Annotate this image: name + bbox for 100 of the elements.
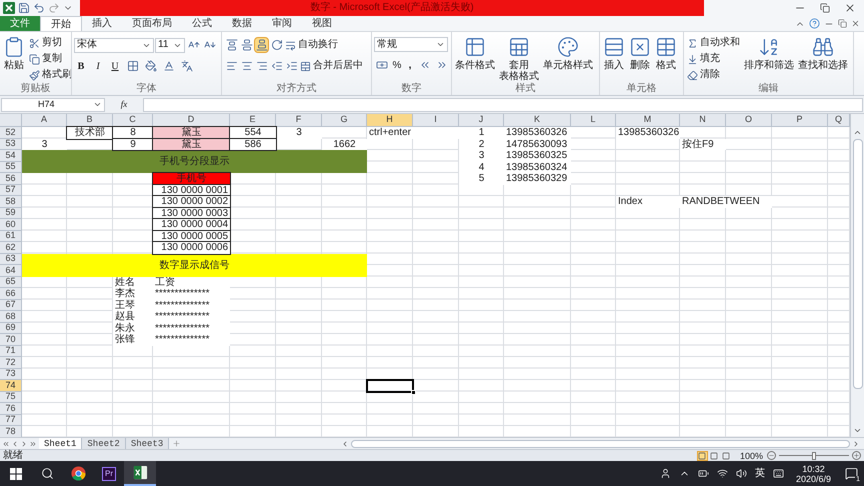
table-cell[interactable]: ************** (153, 300, 230, 311)
table-cell[interactable]: 黛玉 (153, 138, 230, 150)
row-header[interactable]: 74 (0, 380, 22, 392)
style-button[interactable]: 单元格样式 (542, 35, 594, 83)
row-header[interactable]: 71 (0, 346, 22, 357)
vertical-align-button[interactable] (239, 37, 254, 53)
table-cell[interactable]: RANDBETWEEN (680, 196, 772, 208)
column-header[interactable]: K (504, 114, 571, 127)
row-header[interactable]: 78 (0, 426, 22, 437)
orientation-button[interactable] (269, 37, 284, 53)
style-button[interactable]: 条件格式 (454, 35, 496, 83)
sheet-tab[interactable]: Sheet2 (82, 438, 126, 450)
ribbon-tab[interactable]: 文件 (0, 16, 40, 31)
ribbon-tab[interactable]: 页面布局 (122, 16, 182, 31)
row-header[interactable]: 53 (0, 138, 22, 150)
row-header[interactable]: 65 (0, 276, 22, 288)
table-cell[interactable]: 张锋 (113, 334, 153, 346)
table-cell[interactable]: 赵县 (113, 311, 153, 322)
table-cell[interactable]: 3 (22, 138, 67, 150)
table-cell[interactable]: 1 (459, 127, 504, 138)
table-cell[interactable]: 工资 (153, 276, 230, 288)
table-cell[interactable]: 130 0000 0001 (153, 184, 230, 196)
row-header[interactable]: 70 (0, 334, 22, 346)
scroll-down-icon[interactable] (853, 426, 862, 435)
sheet-tab[interactable]: Sheet1 (39, 438, 82, 450)
table-cell[interactable]: 14785630093 (504, 138, 571, 150)
column-header[interactable]: Q (828, 114, 850, 127)
column-header[interactable]: P (772, 114, 828, 127)
cells-button[interactable]: 删除 (628, 35, 652, 83)
fill-color-button[interactable] (143, 58, 158, 74)
fill-button[interactable]: 填充 (686, 51, 741, 67)
table-cell[interactable]: 130 0000 0002 (153, 196, 230, 208)
title-band[interactable]: 手机号分段显示 (22, 150, 367, 173)
comma-button[interactable]: , (405, 58, 415, 72)
row-header[interactable]: 64 (0, 265, 22, 276)
table-cell[interactable]: 5 (459, 173, 504, 184)
view-button[interactable] (696, 450, 708, 460)
row-header[interactable]: 60 (0, 219, 22, 230)
bold-button[interactable]: B (74, 58, 88, 74)
row-header[interactable]: 52 (0, 127, 22, 138)
table-cell[interactable]: 554 (230, 127, 276, 138)
row-header[interactable]: 67 (0, 300, 22, 311)
ribbon-tab[interactable]: 公式 (182, 16, 222, 31)
style-button[interactable]: 套用 表格格式 (498, 35, 540, 83)
autosum-button[interactable]: 自动求和 (686, 35, 741, 51)
column-header[interactable]: F (276, 114, 322, 127)
column-header[interactable]: E (230, 114, 276, 127)
row-header[interactable]: 55 (0, 162, 22, 173)
table-cell[interactable]: 朱永 (113, 322, 153, 334)
column-header[interactable]: M (616, 114, 680, 127)
function-button[interactable]: fx (109, 98, 139, 112)
column-header[interactable]: A (22, 114, 67, 127)
row-header[interactable]: 57 (0, 184, 22, 196)
font-name-field[interactable]: 宋体 (74, 38, 154, 52)
table-cell[interactable]: 13985360326 (616, 127, 680, 138)
vertical-scrollbar[interactable] (850, 114, 864, 437)
table-cell[interactable]: 130 0000 0003 (153, 208, 230, 219)
row-header[interactable]: 72 (0, 357, 22, 368)
row-header[interactable]: 69 (0, 322, 22, 334)
table-cell[interactable]: 按住F9 (680, 138, 726, 150)
table-cell[interactable]: 李杰 (113, 288, 153, 300)
table-cell[interactable]: 王琴 (113, 300, 153, 311)
view-button[interactable] (708, 450, 720, 460)
ribbon-tab[interactable]: 开始 (40, 16, 82, 31)
clear-button[interactable]: 清除 (686, 67, 741, 83)
row-header[interactable]: 62 (0, 242, 22, 254)
percent-button[interactable]: % (391, 58, 403, 72)
table-cell[interactable]: 13985360324 (504, 162, 571, 173)
title-band[interactable]: 数字显示成信号 (22, 254, 367, 276)
column-header[interactable]: N (680, 114, 726, 127)
number-format-field[interactable]: 常规 (374, 37, 448, 52)
vertical-align-button[interactable] (224, 37, 239, 53)
table-cell[interactable]: ************** (153, 311, 230, 322)
clock-time[interactable]: 10:32 (802, 464, 825, 474)
premiere-app-icon[interactable]: Pr (102, 466, 116, 480)
ribbon-tab[interactable]: 审阅 (262, 16, 302, 31)
table-cell[interactable]: ************** (153, 334, 230, 346)
row-header[interactable]: 54 (0, 150, 22, 162)
table-cell[interactable]: 1662 (322, 138, 367, 150)
copy-button[interactable]: 复制 (28, 51, 71, 67)
windows-logo-icon[interactable] (10, 468, 22, 480)
table-cell[interactable]: 9 (113, 138, 153, 150)
clock-date[interactable]: 2020/6/9 (796, 474, 831, 484)
table-cell[interactable]: 手机号 (153, 173, 230, 184)
underline-button[interactable]: U (108, 58, 122, 74)
zoom-slider-thumb[interactable] (812, 452, 816, 460)
ribbon-tab[interactable]: 插入 (82, 16, 122, 31)
table-cell[interactable]: 技术部 (67, 127, 113, 138)
table-cell[interactable]: 4 (459, 162, 504, 173)
column-header[interactable]: J (459, 114, 504, 127)
table-cell[interactable]: 586 (230, 138, 276, 150)
borders-button[interactable] (125, 58, 140, 74)
table-cell[interactable]: 3 (459, 150, 504, 162)
table-cell[interactable]: 姓名 (113, 276, 153, 288)
table-cell[interactable]: 2 (459, 138, 504, 150)
table-cell[interactable]: 黛玉 (153, 127, 230, 138)
table-cell[interactable]: 130 0000 0004 (153, 219, 230, 230)
table-cell[interactable]: 13985360325 (504, 150, 571, 162)
scroll-up-icon[interactable] (853, 128, 862, 137)
row-header[interactable]: 68 (0, 311, 22, 322)
